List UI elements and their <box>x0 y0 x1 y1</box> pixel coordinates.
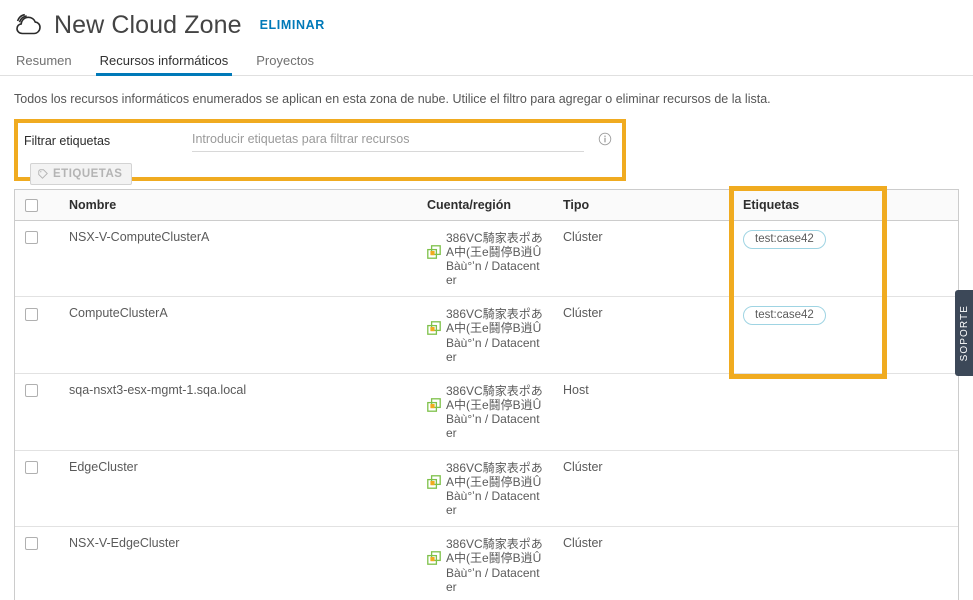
row-checkbox[interactable] <box>25 460 38 474</box>
column-header-etiquetas[interactable]: Etiquetas <box>733 189 881 221</box>
cell-tipo: Host <box>553 373 733 451</box>
cell-nombre: NSX-V-EdgeCluster <box>59 526 417 600</box>
table-row[interactable]: NSX-V-EdgeCluster 386VC騎家表ポあA中(王e鬪停B逍ÛBà… <box>15 526 958 600</box>
tag-pill[interactable]: test:case42 <box>743 229 826 249</box>
cell-tipo: Clúster <box>553 296 733 374</box>
filter-row: Filtrar etiquetas <box>24 130 612 152</box>
tab-bar: Resumen Recursos informáticos Proyectos <box>0 48 973 76</box>
filter-input-holder <box>192 130 612 152</box>
account-region-wrapper: 386VC騎家表ポあA中(王e鬪停B逍ÛBàù°ʼn / Datacenter <box>427 536 543 594</box>
filter-label: Filtrar etiquetas <box>24 133 111 148</box>
tab-recursos-informaticos[interactable]: Recursos informáticos <box>86 53 243 76</box>
column-header-tipo[interactable]: Tipo <box>553 189 733 221</box>
page-description: Todos los recursos informáticos enumerad… <box>14 92 771 106</box>
resources-table: Nombre Cuenta/región Tipo Etiquetas NSX-… <box>15 189 958 600</box>
cell-etiquetas <box>733 526 881 600</box>
page-header: New Cloud Zone ELIMINAR <box>0 0 973 42</box>
cell-etiquetas <box>733 373 881 451</box>
table-row[interactable]: NSX-V-ComputeClusterA 386VC騎家表ポあA中(王e鬪停B… <box>15 220 958 298</box>
row-checkbox[interactable] <box>25 230 38 244</box>
external-resource-icon <box>427 551 441 566</box>
account-region-text: 386VC騎家表ポあA中(王e鬪停B逍ÛBàù°ʼn / Datacenter <box>446 537 543 594</box>
cell-tipo: Clúster <box>553 526 733 600</box>
account-region-text: 386VC騎家表ポあA中(王e鬪停B逍ÛBàù°ʼn / Datacenter <box>446 230 543 288</box>
table-row[interactable]: ComputeClusterA 386VC騎家表ポあA中(王e鬪停B逍ÛBàù°… <box>15 296 958 374</box>
tag-icon <box>38 168 48 179</box>
tags-button-label: ETIQUETAS <box>53 167 123 180</box>
external-resource-icon <box>427 474 441 489</box>
account-region-wrapper: 386VC騎家表ポあA中(王e鬪停B逍ÛBàù°ʼn / Datacenter <box>427 460 543 518</box>
cell-spacer <box>881 373 958 451</box>
cell-tipo: Clúster <box>553 450 733 528</box>
cell-nombre: EdgeCluster <box>59 450 417 528</box>
row-select-cell <box>15 220 59 298</box>
external-resource-icon <box>427 398 441 412</box>
account-region-wrapper: 386VC騎家表ポあA中(王e鬪停B逍ÛBàù°ʼn / Datacenter <box>427 383 543 441</box>
table-header-row: Nombre Cuenta/región Tipo Etiquetas <box>15 189 958 221</box>
cell-cuenta-region: 386VC騎家表ポあA中(王e鬪停B逍ÛBàù°ʼn / Datacenter <box>417 296 553 374</box>
external-resource-icon <box>427 321 441 336</box>
row-select-cell <box>15 526 59 600</box>
cloud-zone-page: New Cloud Zone ELIMINAR Resumen Recursos… <box>0 0 973 600</box>
cell-spacer <box>881 296 958 374</box>
cell-etiquetas: test:case42 <box>733 296 881 374</box>
cell-cuenta-region: 386VC騎家表ポあA中(王e鬪停B逍ÛBàù°ʼn / Datacenter <box>417 220 553 298</box>
row-select-cell <box>15 373 59 451</box>
cell-nombre: sqa-nsxt3-esx-mgmt-1.sqa.local <box>59 373 417 451</box>
table-row[interactable]: EdgeCluster 386VC騎家表ポあA中(王e鬪停B逍ÛBàù°ʼn /… <box>15 450 958 528</box>
row-checkbox[interactable] <box>25 384 38 398</box>
account-region-text: 386VC騎家表ポあA中(王e鬪停B逍ÛBàù°ʼn / Datacenter <box>446 383 543 441</box>
cell-etiquetas: test:case42 <box>733 220 881 298</box>
account-region-wrapper: 386VC騎家表ポあA中(王e鬪停B逍ÛBàù°ʼn / Datacenter <box>427 306 543 364</box>
info-circle-icon[interactable] <box>598 132 612 146</box>
filter-panel: Filtrar etiquetas ETIQUETAS <box>14 118 626 185</box>
tags-filter-button[interactable]: ETIQUETAS <box>30 162 133 185</box>
cell-spacer <box>881 220 958 298</box>
cell-nombre: ComputeClusterA <box>59 296 417 374</box>
row-select-cell <box>15 450 59 528</box>
cell-cuenta-region: 386VC騎家表ポあA中(王e鬪停B逍ÛBàù°ʼn / Datacenter <box>417 526 553 600</box>
cloud-icon <box>16 13 41 35</box>
cell-spacer <box>881 526 958 600</box>
select-all-header <box>15 189 59 221</box>
support-tab-label: SOPORTE <box>958 304 970 362</box>
delete-button[interactable]: ELIMINAR <box>260 18 325 32</box>
table-body: NSX-V-ComputeClusterA 386VC騎家表ポあA中(王e鬪停B… <box>15 220 958 600</box>
tag-pill[interactable]: test:case42 <box>743 306 826 326</box>
account-region-text: 386VC騎家表ポあA中(王e鬪停B逍ÛBàù°ʼn / Datacenter <box>446 460 543 518</box>
tab-proyectos[interactable]: Proyectos <box>242 53 328 75</box>
cell-spacer <box>881 450 958 528</box>
select-all-checkbox[interactable] <box>25 198 38 212</box>
column-header-cuenta-region[interactable]: Cuenta/región <box>417 189 553 221</box>
cell-cuenta-region: 386VC騎家表ポあA中(王e鬪停B逍ÛBàù°ʼn / Datacenter <box>417 373 553 451</box>
row-select-cell <box>15 296 59 374</box>
cell-nombre: NSX-V-ComputeClusterA <box>59 220 417 298</box>
cell-tipo: Clúster <box>553 220 733 298</box>
account-region-text: 386VC騎家表ポあA中(王e鬪停B逍ÛBàù°ʼn / Datacenter <box>446 307 543 364</box>
row-checkbox[interactable] <box>25 307 38 321</box>
column-header-nombre[interactable]: Nombre <box>59 189 417 221</box>
table-row[interactable]: sqa-nsxt3-esx-mgmt-1.sqa.local 386VC騎家表ポ… <box>15 373 958 451</box>
row-checkbox[interactable] <box>25 537 38 551</box>
page-title: New Cloud Zone <box>54 10 242 39</box>
tab-resumen[interactable]: Resumen <box>14 53 86 75</box>
column-header-spacer <box>881 189 958 221</box>
cell-cuenta-region: 386VC騎家表ポあA中(王e鬪停B逍ÛBàù°ʼn / Datacenter <box>417 450 553 528</box>
support-tab[interactable]: SOPORTE <box>955 290 973 376</box>
tag-filter-input[interactable] <box>192 130 584 152</box>
resources-table-container: Nombre Cuenta/región Tipo Etiquetas NSX-… <box>14 185 959 600</box>
cell-etiquetas <box>733 450 881 528</box>
account-region-wrapper: 386VC騎家表ポあA中(王e鬪停B逍ÛBàù°ʼn / Datacenter <box>427 230 543 288</box>
external-resource-icon <box>427 244 441 259</box>
